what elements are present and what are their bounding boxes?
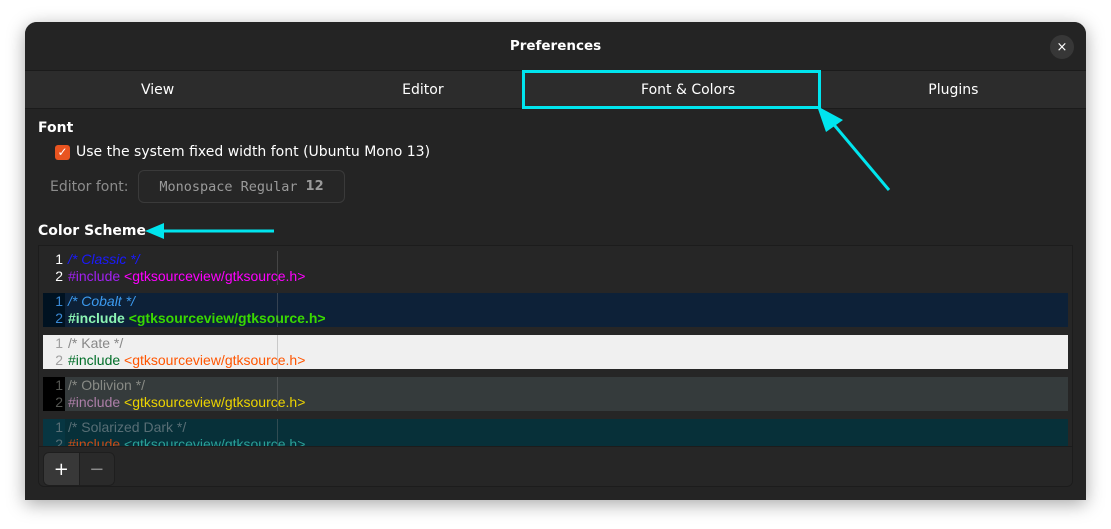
string-token: <gtksourceview/gtksource.h> — [124, 268, 306, 284]
string-token: <gtksourceview/gtksource.h> — [128, 310, 326, 326]
editor-font-button[interactable]: Monospace Regular 12 — [138, 170, 345, 203]
comment-line: /* Solarized Dark */ — [68, 419, 187, 435]
editor-font-label: Editor font: — [50, 179, 129, 195]
add-scheme-button[interactable]: + — [44, 453, 80, 485]
include-line: #include <gtksourceview/gtksource.h> — [68, 436, 305, 446]
right-margin-line — [277, 335, 278, 369]
right-margin-line — [277, 251, 278, 285]
keyword-token: #include — [68, 268, 121, 284]
preferences-dialog: Preferences × View Editor Font & Colors … — [25, 22, 1086, 500]
line-number: 2 — [55, 352, 63, 368]
scheme-button-group: + − — [43, 452, 115, 486]
use-system-font-row[interactable]: ✓ Use the system fixed width font (Ubunt… — [55, 144, 430, 160]
tab-view[interactable]: View — [25, 71, 290, 108]
close-button[interactable]: × — [1050, 35, 1074, 59]
line-number: 2 — [55, 310, 63, 326]
tab-label: Editor — [402, 81, 444, 98]
comment-line: /* Classic */ — [68, 251, 140, 267]
include-line: #include <gtksourceview/gtksource.h> — [68, 268, 305, 285]
code-preview: /* Cobalt */#include <gtksourceview/gtks… — [68, 293, 326, 327]
line-number-gutter: 12 — [43, 335, 65, 369]
minus-icon: − — [89, 458, 105, 480]
comment-line: /* Cobalt */ — [68, 293, 135, 309]
checkmark-icon: ✓ — [57, 145, 68, 159]
color-scheme-heading: Color Scheme — [38, 223, 147, 239]
keyword-token: #include — [68, 310, 125, 326]
use-system-font-label: Use the system fixed width font (Ubuntu … — [76, 144, 431, 160]
string-token: <gtksourceview/gtksource.h> — [124, 436, 306, 446]
line-number: 1 — [55, 419, 63, 435]
editor-font-size: 12 — [305, 179, 324, 194]
font-heading: Font — [38, 120, 74, 136]
line-number: 1 — [55, 251, 63, 267]
line-number: 1 — [55, 293, 63, 309]
tab-font-and-colors[interactable]: Font & Colors — [556, 71, 821, 108]
line-number: 1 — [55, 335, 63, 351]
editor-font-name: Monospace Regular — [159, 178, 298, 195]
code-preview: /* Solarized Dark */#include <gtksourcev… — [68, 419, 305, 446]
close-icon: × — [1056, 39, 1068, 55]
line-number-gutter: 12 — [43, 251, 65, 285]
code-preview: /* Classic */#include <gtksourceview/gtk… — [68, 251, 305, 285]
comment-line: /* Kate */ — [68, 335, 124, 351]
string-token: <gtksourceview/gtksource.h> — [124, 394, 306, 410]
line-number: 2 — [55, 394, 63, 410]
tab-label: Plugins — [928, 81, 979, 98]
color-scheme-item[interactable]: 1 2/* Kate */#include <gtksourceview/gtks… — [43, 335, 1068, 369]
keyword-token: #include — [68, 394, 121, 410]
scheme-toolbar: + − — [39, 446, 1072, 486]
color-scheme-item[interactable]: 1 2/* Oblivion */#include <gtksourceview/… — [43, 377, 1068, 411]
title-bar: Preferences × — [25, 22, 1086, 70]
comment-line: /* Oblivion */ — [68, 377, 146, 393]
tab-editor[interactable]: Editor — [290, 71, 555, 108]
line-number: 2 — [55, 436, 63, 446]
tab-plugins[interactable]: Plugins — [821, 71, 1086, 108]
dialog-title: Preferences — [509, 38, 602, 54]
right-margin-line — [277, 377, 278, 411]
line-number-gutter: 12 — [43, 419, 65, 446]
plus-icon: + — [53, 458, 69, 480]
keyword-token: #include — [68, 436, 121, 446]
tab-label: Font & Colors — [641, 81, 736, 98]
include-line: #include <gtksourceview/gtksource.h> — [68, 394, 305, 411]
right-margin-line — [277, 419, 278, 446]
line-number: 2 — [55, 268, 63, 284]
code-preview: /* Kate */#include <gtksourceview/gtksou… — [68, 335, 305, 369]
use-system-font-checkbox[interactable]: ✓ — [55, 144, 70, 160]
right-margin-line — [277, 293, 278, 327]
color-scheme-item[interactable]: 1 2/* Classic */#include <gtksourceview/g… — [43, 251, 1068, 285]
include-line: #include <gtksourceview/gtksource.h> — [68, 310, 326, 327]
code-preview: /* Oblivion */#include <gtksourceview/gt… — [68, 377, 305, 411]
color-scheme-item[interactable]: 1 2/* Solarized Dark */#include <gtksourc… — [43, 419, 1068, 446]
color-scheme-chooser: 1 2/* Classic */#include <gtksourceview/g… — [38, 245, 1073, 487]
line-number: 1 — [55, 377, 63, 393]
string-token: <gtksourceview/gtksource.h> — [124, 352, 306, 368]
color-scheme-item[interactable]: 1 2/* Cobalt */#include <gtksourceview/gt… — [43, 293, 1068, 327]
tab-bar: View Editor Font & Colors Plugins — [25, 70, 1086, 109]
tab-label: View — [141, 81, 175, 98]
line-number-gutter: 12 — [43, 293, 65, 327]
line-number-gutter: 12 — [43, 377, 65, 411]
keyword-token: #include — [68, 352, 121, 368]
remove-scheme-button[interactable]: − — [79, 453, 114, 485]
include-line: #include <gtksourceview/gtksource.h> — [68, 352, 305, 369]
color-scheme-list[interactable]: 1 2/* Classic */#include <gtksourceview/g… — [39, 246, 1072, 446]
